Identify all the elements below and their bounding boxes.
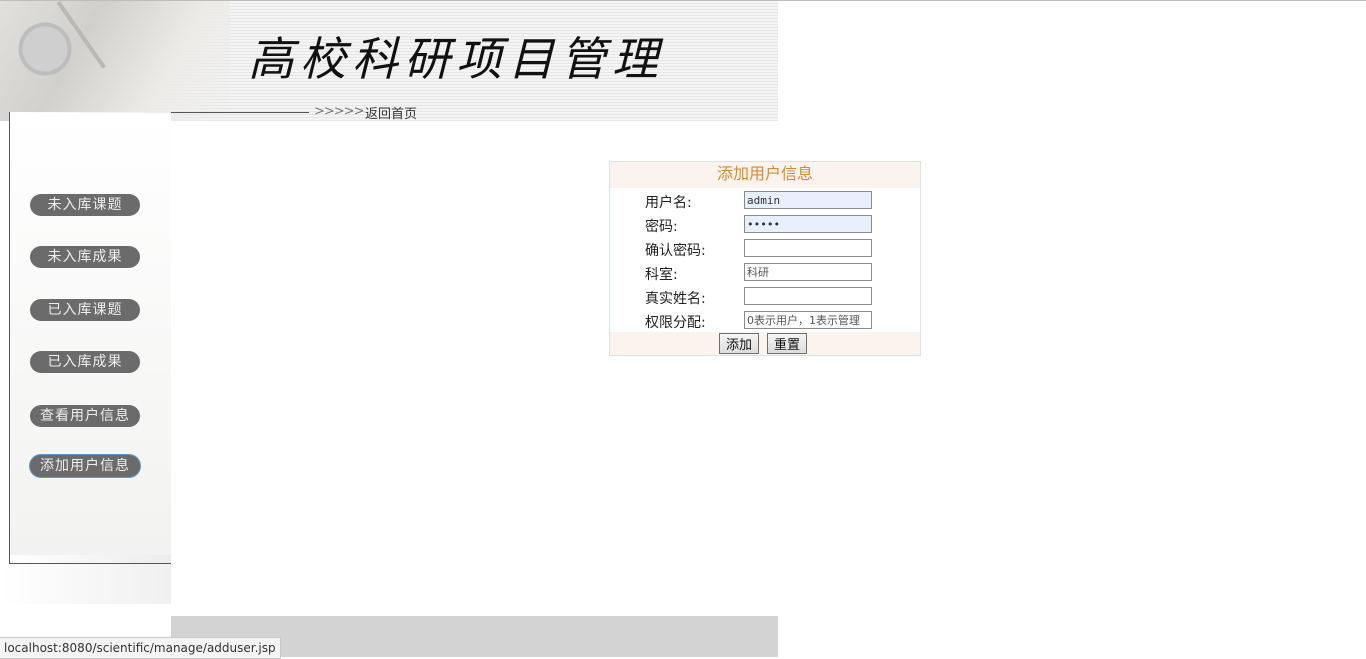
- password-input[interactable]: [744, 215, 872, 233]
- username-label: 用户名:: [645, 195, 692, 211]
- sidebar-background: [10, 113, 171, 555]
- username-row: 用户名:: [610, 191, 920, 213]
- sidebar-item-stored-topics[interactable]: 已入库课题: [30, 299, 140, 321]
- sidebar-fade: [0, 564, 171, 604]
- password-row: 密码:: [610, 215, 920, 237]
- sidebar-item-view-users[interactable]: 查看用户信息: [30, 405, 140, 427]
- department-label: 科室:: [645, 267, 678, 283]
- permission-label: 权限分配:: [645, 315, 706, 331]
- form-title: 添加用户信息: [610, 162, 920, 188]
- real-name-label: 真实姓名:: [645, 291, 706, 307]
- confirm-password-input[interactable]: [744, 239, 872, 257]
- banner-decoration: [0, 1, 230, 121]
- sidebar-item-unstored-results[interactable]: 未入库成果: [30, 246, 140, 268]
- sidebar-item-stored-results[interactable]: 已入库成果: [30, 351, 140, 373]
- sidebar-item-unstored-topics[interactable]: 未入库课题: [30, 194, 140, 216]
- permission-input[interactable]: [744, 311, 872, 329]
- department-input[interactable]: [744, 263, 872, 281]
- home-link[interactable]: 返回首页: [365, 103, 417, 122]
- confirm-password-row: 确认密码:: [610, 239, 920, 261]
- chevron-right-icon: >>>>>: [314, 104, 364, 119]
- reset-button[interactable]: 重置: [767, 333, 808, 354]
- add-button[interactable]: 添加: [719, 333, 760, 354]
- sidebar-item-add-user[interactable]: 添加用户信息: [30, 455, 140, 477]
- department-row: 科室:: [610, 263, 920, 285]
- password-label: 密码:: [645, 219, 678, 235]
- username-input[interactable]: [744, 191, 872, 209]
- real-name-input[interactable]: [744, 287, 872, 305]
- confirm-password-label: 确认密码:: [645, 243, 706, 259]
- site-title: 高校科研项目管理: [248, 32, 664, 86]
- add-user-form: 添加用户信息 用户名: 密码: 确认密码: 科室: 真实姓名: 权限分配: 添加…: [609, 161, 921, 356]
- permission-row: 权限分配:: [610, 311, 920, 333]
- form-actions: 添加 重置: [610, 332, 920, 355]
- status-bar-url: localhost:8080/scientific/manage/adduser…: [0, 637, 281, 659]
- real-name-row: 真实姓名:: [610, 287, 920, 309]
